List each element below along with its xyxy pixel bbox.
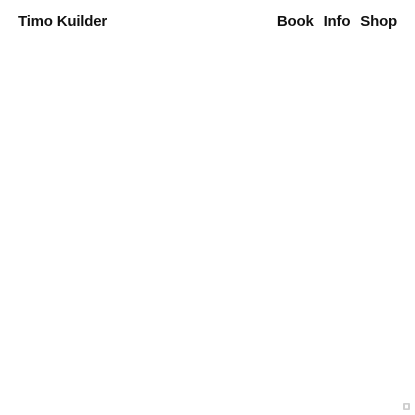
nav-link-info[interactable]: Info <box>324 12 351 32</box>
site-header: Timo Kuilder Book Info Shop <box>0 0 415 44</box>
main-nav: Book Info Shop <box>277 12 397 32</box>
nav-link-shop[interactable]: Shop <box>360 12 397 32</box>
page-icon <box>405 404 408 409</box>
site-title[interactable]: Timo Kuilder <box>18 12 107 32</box>
nav-link-book[interactable]: Book <box>277 12 314 32</box>
corner-badge[interactable] <box>403 403 410 410</box>
